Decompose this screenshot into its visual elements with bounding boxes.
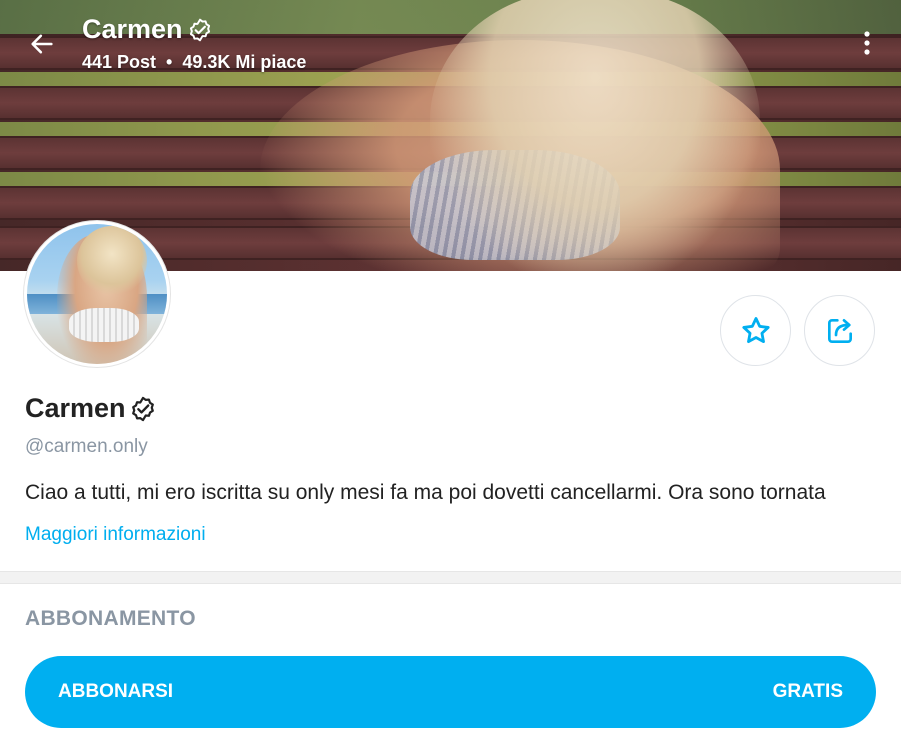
subscribe-button[interactable]: ABBONARSI GRATIS (25, 656, 876, 728)
star-icon (741, 316, 770, 343)
verified-badge-icon (131, 396, 154, 421)
share-icon (827, 318, 852, 343)
add-to-favorites-button[interactable] (720, 295, 791, 366)
back-button[interactable] (22, 24, 62, 64)
more-options-button[interactable] (850, 24, 884, 62)
likes-count: 49.3K Mi piace (182, 52, 307, 72)
profile-name-text: Carmen (25, 393, 126, 423)
subscribe-price: GRATIS (772, 681, 843, 702)
posts-count: 441 Post (82, 52, 157, 72)
profile-bio: Ciao a tutti, mi ero iscritta su only me… (25, 481, 826, 504)
header-name: Carmen (82, 14, 183, 44)
header-stats: 441 Post • 49.3K Mi piace (82, 52, 306, 73)
subscription-title: ABBONAMENTO (25, 607, 196, 630)
section-divider (0, 571, 901, 584)
top-bar: Carmen 441 Post • 49.3K Mi piace (0, 0, 901, 80)
avatar-image (27, 224, 167, 364)
header-title: Carmen (82, 14, 213, 45)
verified-badge-icon (189, 18, 210, 41)
more-info-link[interactable]: Maggiori informazioni (25, 524, 206, 546)
subscribe-button-label: ABBONARSI (58, 681, 174, 702)
stats-separator: • (166, 52, 173, 72)
profile-handle: @carmen.only (25, 436, 148, 457)
share-profile-button[interactable] (804, 295, 875, 366)
more-vertical-icon (864, 31, 870, 55)
profile-name: Carmen (25, 393, 157, 424)
arrow-left-icon (31, 34, 53, 54)
avatar[interactable] (24, 221, 170, 367)
